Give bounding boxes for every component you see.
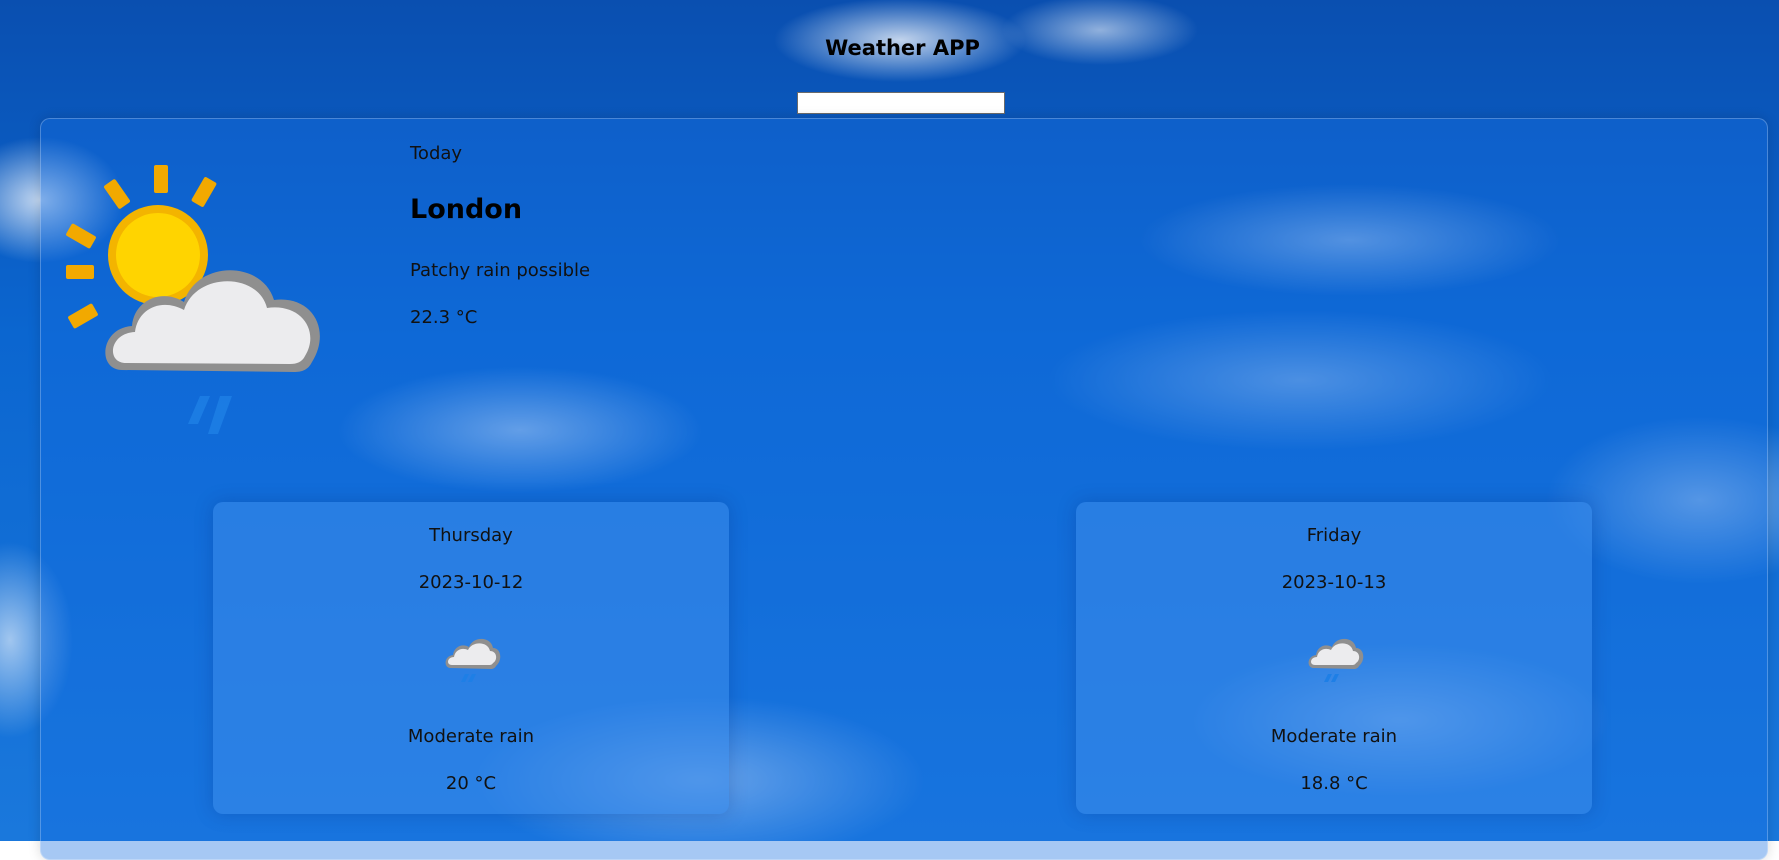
- app-title: Weather APP: [825, 36, 980, 60]
- today-label: Today: [410, 143, 463, 164]
- today-temperature: 22.3 °C: [410, 307, 478, 328]
- forecast-day: Friday: [1306, 525, 1362, 546]
- forecast-date: 2023-10-13: [1281, 572, 1387, 593]
- cloud-rain-icon: [441, 630, 501, 690]
- search-input[interactable]: [797, 92, 1005, 114]
- forecast-condition: Moderate rain: [407, 726, 535, 747]
- forecast-temperature: 18.8 °C: [1300, 773, 1368, 794]
- forecast-date: 2023-10-12: [418, 572, 524, 593]
- cloud-rain-icon: [1304, 630, 1364, 690]
- forecast-card: Friday 2023-10-13 Moderate rain 18.8 °C: [1076, 502, 1592, 814]
- forecast-card: Thursday 2023-10-12 Moderate rain 20 °C: [213, 502, 729, 814]
- forecast-temperature: 20 °C: [445, 773, 497, 794]
- forecast-condition: Moderate rain: [1270, 726, 1398, 747]
- city-name: London: [410, 194, 523, 225]
- forecast-day: Thursday: [429, 525, 513, 546]
- sun-cloud-rain-icon: [62, 160, 362, 450]
- today-condition: Patchy rain possible: [410, 260, 591, 281]
